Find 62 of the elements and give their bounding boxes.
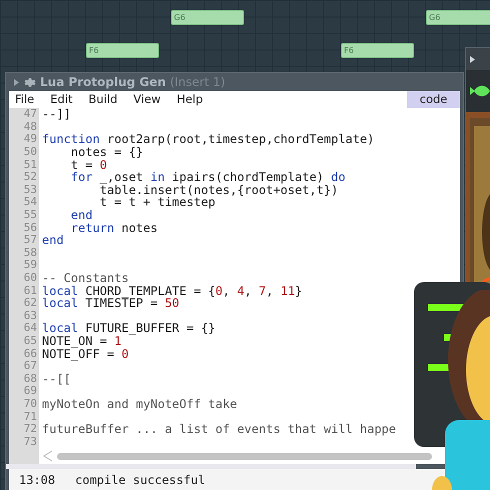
line-number-gutter [9,448,39,464]
line-number: 55 [9,209,39,222]
line-number: 48 [9,120,39,134]
line-number: 61 [9,284,39,298]
line-number: 73 [9,436,39,448]
code-line: t = 0 [70,158,108,172]
line-number: 64 [9,322,39,335]
code-line: table.insert(notes,{root+oset,t}) [98,184,338,196]
line-number: 58 [9,246,39,260]
line-number: 50 [9,146,39,159]
line-number: 69 [9,385,39,398]
scroll-left-icon[interactable] [43,450,53,462]
play-triangle-icon[interactable] [14,78,19,86]
code-line: NOTE_ON = 1 [41,334,122,348]
line-number: 71 [9,410,39,424]
menu-item[interactable]: View [133,91,161,108]
code-line: myNoteOn and myNoteOff take [41,398,238,410]
code-line: --]] [41,108,71,121]
log-time: 13:08 [19,474,56,486]
line-number: 59 [9,259,39,272]
line-number: 70 [9,398,39,410]
editor-tab[interactable]: code [407,91,460,108]
code-line: NOTE_OFF = 0 [41,348,129,360]
menu-item[interactable]: Edit [50,91,73,108]
code-line: futureBuffer ... a list of events that will happe [41,423,396,436]
line-number: 57 [9,234,39,247]
code-line: local FUTURE_BUFFER = {} [41,322,216,335]
line-number: 53 [9,184,39,196]
menu-item[interactable]: Help [176,91,203,108]
code-line: -- Constants [41,272,129,285]
line-number: 56 [9,222,39,234]
code-line: for _,oset in ipairs(chordTemplate) do [70,171,346,184]
line-number: 67 [9,360,39,373]
menu-item[interactable]: Build [88,91,118,108]
gear-icon[interactable] [23,76,36,88]
log-message: compile successful [75,474,206,486]
menu-item[interactable]: File [15,91,34,108]
line-number: 72 [9,423,39,436]
code-line: t = t + timestep [98,196,216,209]
line-number: 54 [9,196,39,209]
code-line: end [70,209,93,222]
line-number: 68 [9,372,39,386]
code-line: function root2arp(root,timestep,chordTemplate) [41,133,374,146]
horizontal-scrollbar[interactable] [57,452,432,460]
code-line: notes = {} [70,146,144,159]
code-line: local TIMESTEP = 50 [41,297,180,310]
line-number: 65 [9,334,39,348]
code-line: local CHORD_TEMPLATE = {0, 4, 7, 11} [41,284,302,298]
line-number: 62 [9,297,39,310]
window-title: Lua Protoplug Gen [40,74,166,91]
play-triangle-icon[interactable] [470,56,475,62]
code-line: end [41,234,64,247]
code-line: return notes [70,222,158,234]
line-number: 66 [9,348,39,360]
line-number: 63 [9,310,39,322]
line-number: 60 [9,272,39,285]
code-line: --[[ [41,372,71,386]
line-number: 52 [9,171,39,184]
line-number: 47 [9,108,39,121]
line-number: 51 [9,158,39,172]
line-number: 49 [9,133,39,146]
fish-icon[interactable] [470,84,490,98]
